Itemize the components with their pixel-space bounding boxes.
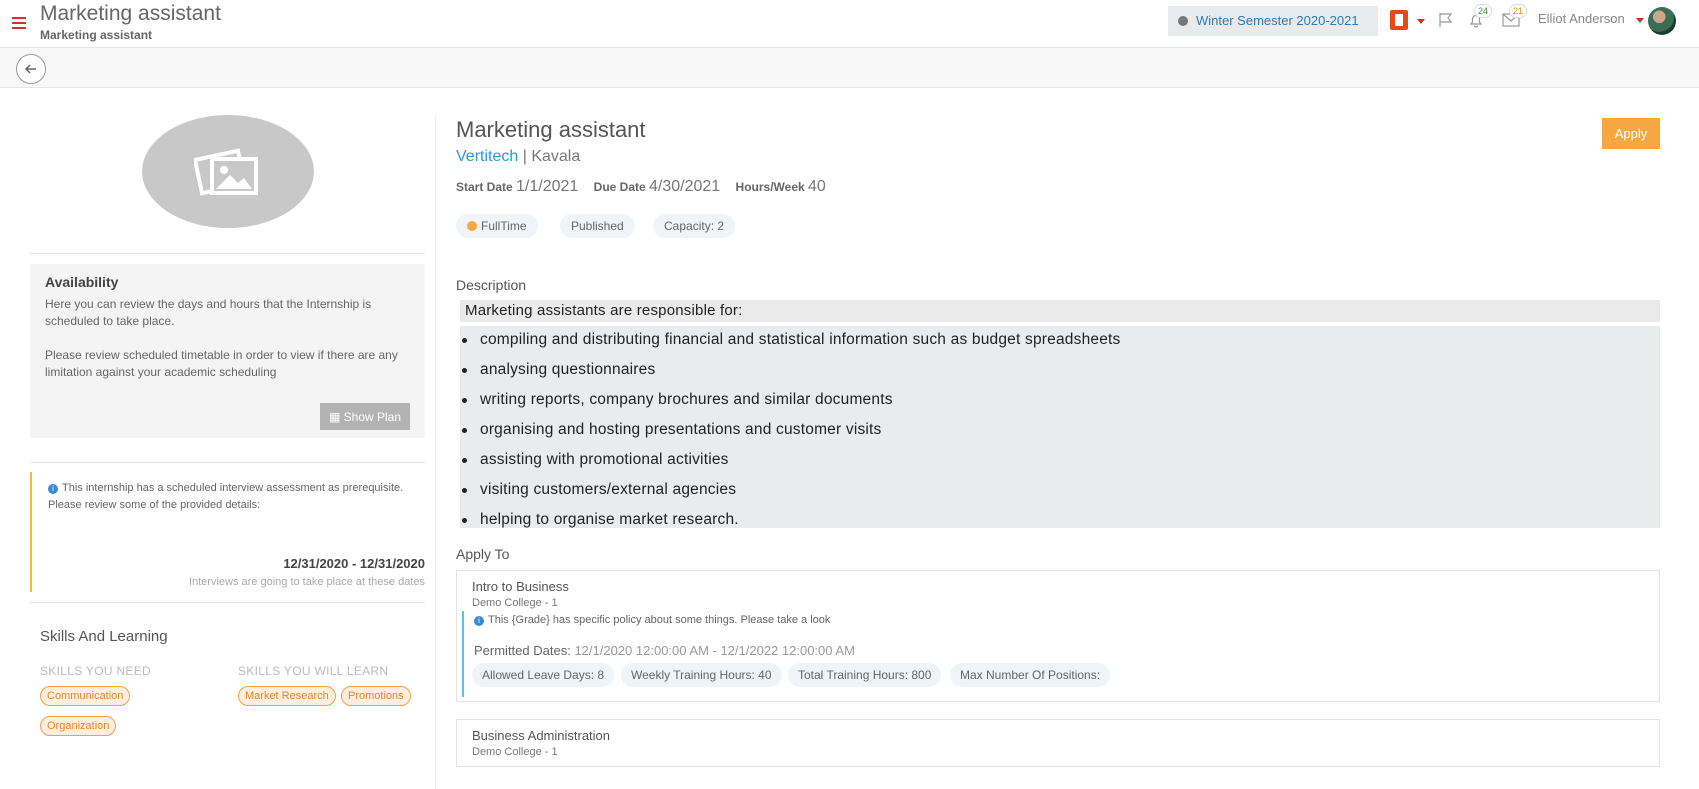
list-item: analysing questionnaires [460,356,1660,386]
hours-label: Hours/Week [735,180,805,194]
description-box: Marketing assistants are responsible for… [456,300,1660,528]
list-item: helping to organise market research. [460,506,1660,536]
hours-value: 40 [808,178,826,195]
program-stat: Total Training Hours: 800 [788,663,942,687]
skill-tag: Communication [40,686,131,706]
availability-panel: Availability Here you can review the day… [30,264,425,438]
program-title: Business Administration [472,728,611,743]
due-date-label: Due Date [593,180,646,194]
image-icon [194,148,258,196]
start-date-value: 1/1/2021 [516,178,579,195]
back-button[interactable] [16,54,46,84]
avatar[interactable] [1648,7,1676,35]
permitted-dates: Permitted Dates: 12/1/2020 12:00:00 AM -… [474,643,855,658]
list-item: organising and hosting presentations and… [460,416,1660,446]
policy-note-text: This {Grade} has specific policy about s… [488,614,831,626]
status-badge: Capacity: 2 [653,214,736,238]
availability-text: Please review scheduled timetable in ord… [45,348,398,379]
toolbar [0,48,1699,88]
skills-learn-label: SKILLS YOU WILL LEARN [238,664,389,678]
description-intro: Marketing assistants are responsible for… [460,300,1660,322]
program-stat: Weekly Training Hours: 40 [621,663,782,687]
divider [30,253,425,254]
show-plan-button[interactable]: ▦ Show Plan [320,403,410,430]
company-line: Vertitech | Kavala [456,148,580,166]
company-link[interactable]: Vertitech [456,148,518,165]
interview-note-text: This internship has a scheduled intervie… [62,482,404,494]
skills-title: Skills And Learning [40,628,168,645]
column-divider [435,115,436,789]
description-heading: Description [456,277,527,293]
menu-icon[interactable] [12,17,26,29]
page-subtitle: Marketing assistant [40,28,153,42]
divider [30,462,425,463]
notifications-badge: 24 [1474,4,1493,18]
program-card[interactable]: Intro to Business Demo College - 1 i This… [456,570,1660,702]
job-meta: Start Date 1/1/2021 Due Date 4/30/2021 H… [456,178,838,196]
separator: | [522,148,527,165]
show-plan-label: Show Plan [343,409,402,424]
arrow-left-icon [24,64,36,74]
user-menu[interactable]: Elliot Anderson [1538,11,1625,26]
interview-note: i This internship has a scheduled intervi… [48,480,425,497]
messages-badge: 21 [1509,4,1528,18]
location: Kavala [531,148,581,165]
office-icon[interactable] [1390,10,1408,30]
divider [30,602,425,603]
list-item: assisting with promotional activities [460,446,1660,476]
availability-title: Availability [45,274,119,290]
internship-image-placeholder [142,115,314,228]
list-item: compiling and distributing financial and… [460,326,1660,356]
due-date-value: 4/30/2021 [649,178,721,195]
permitted-value: 12/1/2020 12:00:00 AM - 12/1/2022 12:00:… [574,643,855,658]
info-icon: i [474,616,484,626]
program-stat: Allowed Leave Days: 8 [472,663,615,687]
flag-icon[interactable] [1438,12,1454,28]
info-icon: i [48,484,58,494]
skill-tag: Promotions [341,686,411,706]
interview-dates: 12/31/2020 - 12/31/2020 [283,556,425,571]
interview-note-text: Please review some of the provided detai… [48,499,261,511]
office-dropdown-icon[interactable] [1417,19,1425,24]
status-badge: Published [560,214,635,238]
description-list: compiling and distributing financial and… [460,326,1660,528]
apply-button[interactable]: Apply [1602,118,1660,149]
list-item: writing reports, company brochures and s… [460,386,1660,416]
program-stat: Max Number Of Positions: [950,663,1111,687]
list-item: visiting customers/external agencies [460,476,1660,506]
clock-icon [1178,16,1188,26]
calendar-icon: ▦ [328,409,344,424]
skill-tag: Organization [40,716,117,736]
semester-selector[interactable]: Winter Semester 2020-2021 [1168,6,1378,36]
page-title: Marketing assistant [40,2,221,25]
program-college: Demo College - 1 [472,746,558,758]
apply-to-heading: Apply To [456,546,510,562]
skill-tag: Market Research [238,686,336,706]
policy-note: i This {Grade} has specific policy about … [474,614,830,626]
badge-label: FullTime [481,219,527,233]
program-card[interactable]: Business Administration Demo College - 1 [456,719,1660,767]
job-title: Marketing assistant [456,117,646,142]
permitted-label: Permitted Dates: [474,643,571,658]
program-college: Demo College - 1 [472,597,558,609]
skills-need-label: SKILLS YOU NEED [40,664,151,678]
clock-icon [467,221,477,231]
interview-notice: i This internship has a scheduled intervi… [30,472,425,592]
top-bar: Marketing assistant Marketing assistant … [0,0,1699,48]
program-title: Intro to Business [472,579,569,594]
policy-notice: i This {Grade} has specific policy about … [462,611,1652,697]
semester-label: Winter Semester 2020-2021 [1196,13,1359,28]
start-date-label: Start Date [456,180,513,194]
user-dropdown-icon[interactable] [1636,18,1644,23]
interview-dates-note: Interviews are going to take place at th… [188,576,425,588]
availability-text: Here you can review the days and hours t… [45,297,372,328]
status-badge: FullTime [456,214,538,238]
